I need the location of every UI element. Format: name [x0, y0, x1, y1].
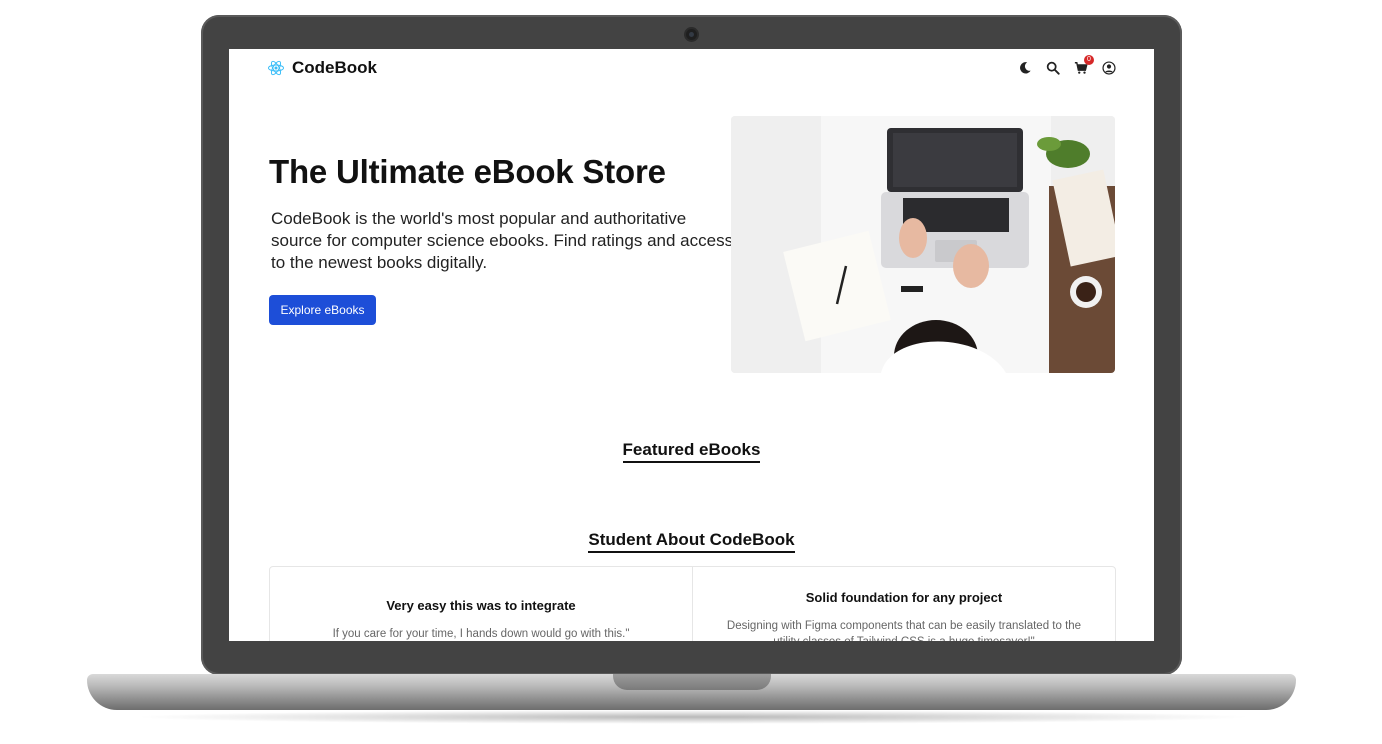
testimonials-heading-text: Student About CodeBook — [588, 530, 795, 553]
hero-image — [731, 116, 1115, 373]
laptop-notch — [613, 674, 771, 690]
laptop-shadow — [130, 710, 1255, 724]
react-logo-icon — [268, 60, 284, 76]
user-icon[interactable] — [1102, 61, 1116, 75]
moon-icon[interactable] — [1018, 61, 1032, 75]
hero-title: The Ultimate eBook Store — [269, 153, 666, 190]
webcam — [686, 29, 697, 40]
testimonial-body: If you care for your time, I hands down … — [332, 628, 630, 640]
testimonial-title: Very easy this was to integrate — [386, 598, 576, 613]
featured-ebooks-heading: Featured eBooks — [229, 440, 1154, 463]
testimonials-grid: Very easy this was to integrate If you c… — [269, 566, 1116, 641]
testimonial-card: Very easy this was to integrate If you c… — [270, 567, 692, 641]
testimonial-card: Solid foundation for any project Designi… — [692, 567, 1115, 641]
featured-ebooks-heading-text: Featured eBooks — [622, 440, 761, 463]
testimonial-body: Designing with Figma components that can… — [726, 620, 1082, 641]
explore-ebooks-button[interactable]: Explore eBooks — [269, 295, 376, 325]
brand-name: CodeBook — [292, 58, 377, 77]
hero-description: CodeBook is the world's most popular and… — [271, 209, 734, 272]
testimonial-title: Solid foundation for any project — [805, 590, 1003, 605]
cart-count-badge: 0 — [1084, 55, 1094, 65]
header-actions: 0 — [1018, 55, 1116, 75]
browser-viewport: CodeBook 0 The Ultimate eBook Store Code… — [229, 49, 1154, 641]
cart-button[interactable]: 0 — [1074, 55, 1094, 75]
search-icon[interactable] — [1046, 61, 1060, 75]
workspace-illustration — [731, 116, 1115, 373]
testimonials-heading: Student About CodeBook — [229, 530, 1154, 553]
brand-link[interactable]: CodeBook — [267, 58, 377, 78]
